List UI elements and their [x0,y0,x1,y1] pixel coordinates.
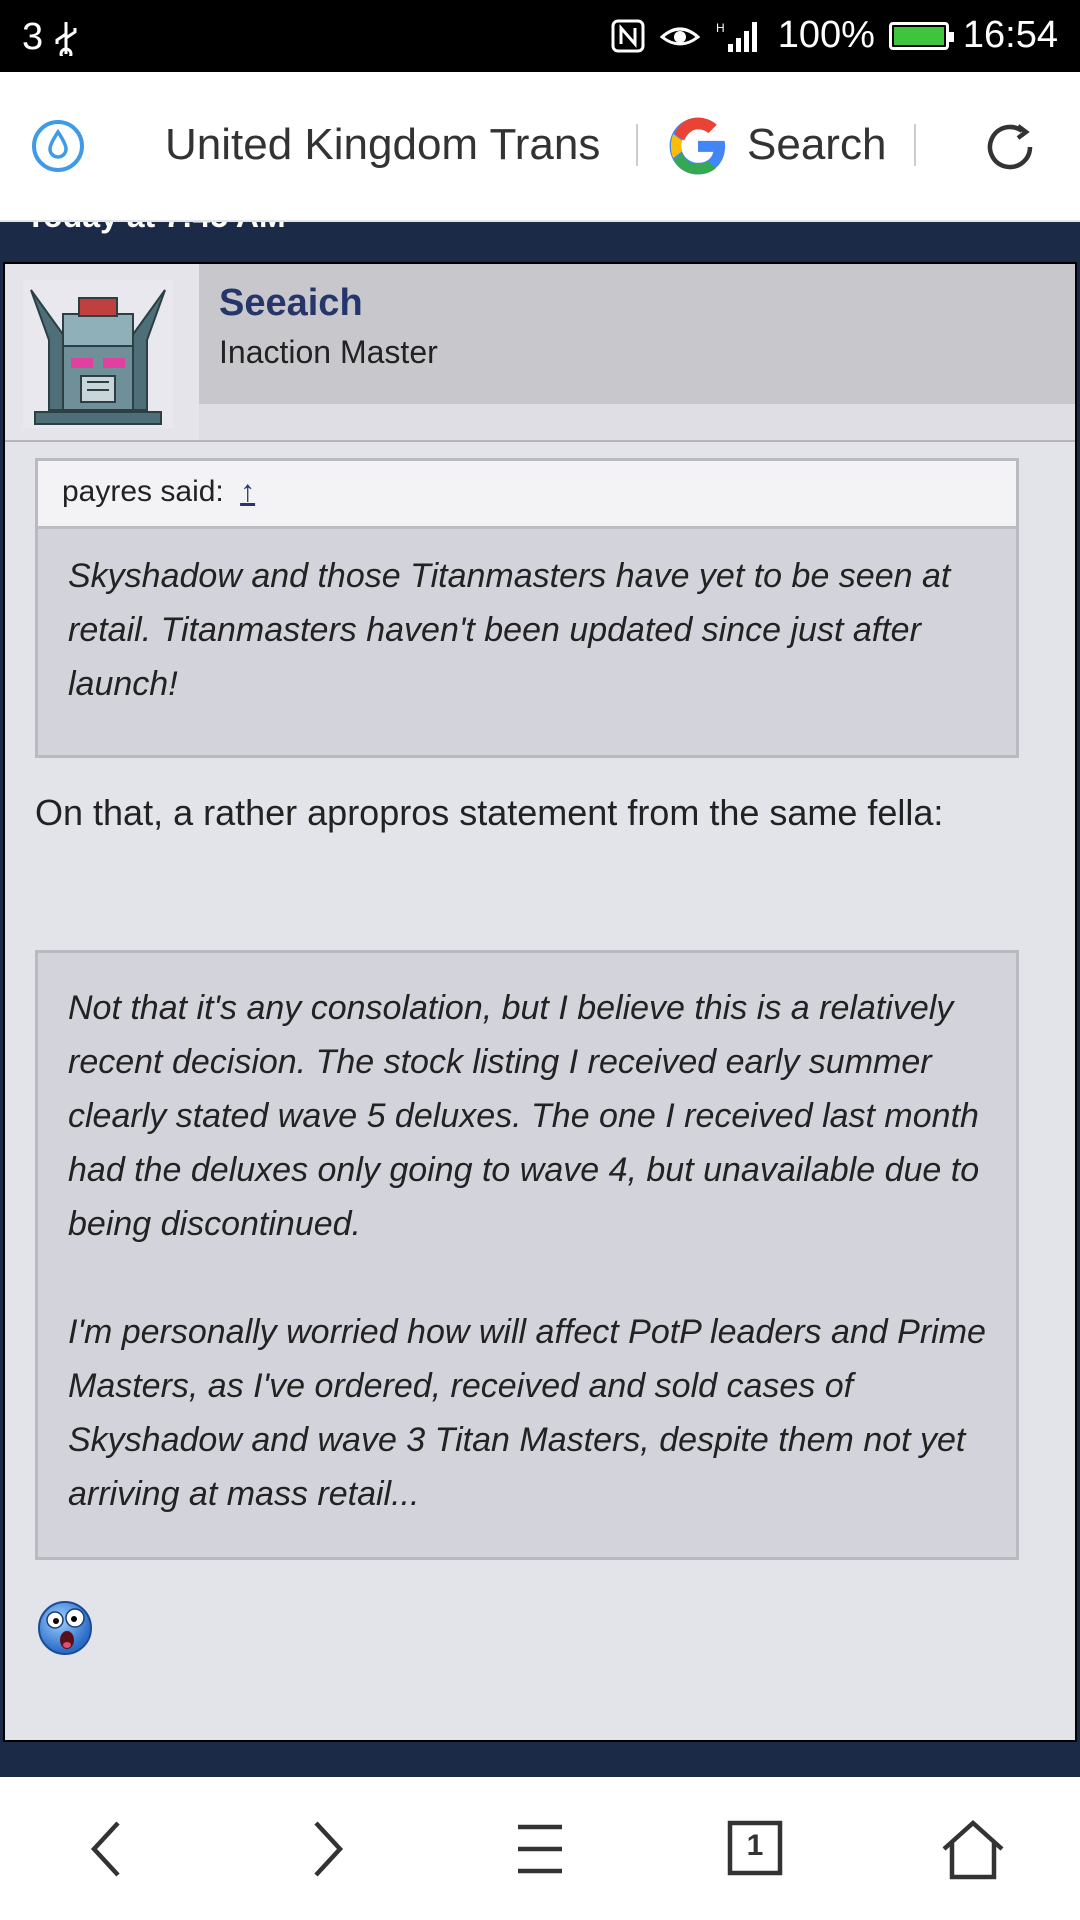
home-icon[interactable] [938,1817,1008,1881]
user-info-bar: Seeaich Inaction Master [5,264,1075,442]
divider [636,124,638,166]
post-date: Today at 7:45 AM [26,222,286,235]
username-link[interactable]: Seeaich [219,282,363,325]
carrier-label: 3 [22,16,44,58]
menu-icon[interactable] [505,1817,575,1881]
tab-count: 1 [746,1829,764,1862]
battery-icon [888,21,954,50]
quote-text: Skyshadow and those Titanmasters have ye… [68,557,951,703]
forward-icon[interactable] [292,1817,362,1881]
quote-paragraph: Not that it's any consolation, but I bel… [68,989,980,1243]
back-icon[interactable] [72,1817,142,1881]
browser-drop-icon[interactable] [30,118,86,174]
forum-post: Seeaich Inaction Master payres said: ↑ S… [3,262,1077,1742]
quote-paragraph: I'm personally worried how will affect P… [68,1313,986,1513]
quote-block: payres said: ↑ Skyshadow and those Titan… [35,458,1019,758]
shocked-smiley-icon [38,1601,92,1655]
nfc-icon [611,19,645,52]
browser-toolbar: United Kingdom Trans Search [0,72,1080,222]
quote-jump-link[interactable]: ↑ [240,475,255,508]
search-button[interactable]: Search [747,120,886,170]
divider [914,124,916,166]
battery-percent: 100% [777,14,875,56]
quote-attribution: payres said: [62,475,224,508]
eye-comfort-icon [659,27,700,45]
svg-text:H: H [716,21,725,35]
quote-block: Not that it's any consolation, but I bel… [35,950,1019,1560]
refresh-icon[interactable] [982,118,1040,176]
quote-text: Not that it's any consolation, but I bel… [38,953,1016,1521]
browser-nav-bar: 1 [0,1777,1080,1920]
google-logo-icon[interactable] [667,115,729,177]
tabs-icon[interactable]: 1 [720,1817,790,1881]
usb-icon [55,21,77,56]
signal-icon: H [716,21,757,52]
clock: 16:54 [962,14,1058,56]
user-title: Inaction Master [219,334,438,370]
quote-header: payres said: ↑ [38,461,1016,529]
address-bar[interactable]: United Kingdom Trans [165,120,600,170]
avatar[interactable] [23,280,173,428]
post-body-text: On that, a rather apropros statement fro… [35,792,944,833]
status-bar: 3 H 100% 16:54 [0,0,1080,72]
forum-page: Today at 7:45 AM [0,222,1080,1777]
